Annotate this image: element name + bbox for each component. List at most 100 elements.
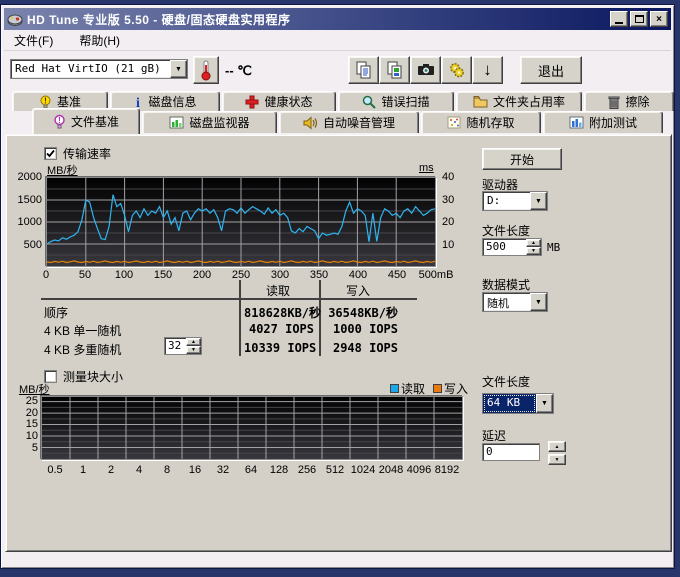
tab-file-benchmark[interactable]: ! 文件基准 <box>32 108 140 134</box>
tab-disk-monitor[interactable]: 磁盘监视器 <box>142 111 277 133</box>
axis-tick-label: 16 <box>189 464 201 476</box>
temperature-value: -- ℃ <box>225 63 252 79</box>
axis-tick-label: 30 <box>442 194 454 206</box>
tab-label: 附加测试 <box>589 114 637 131</box>
random-access-icon <box>447 116 461 129</box>
copy-text-button[interactable] <box>348 56 379 84</box>
benchmark-bulb-icon: ! <box>39 95 52 109</box>
delay-down-button[interactable]: ▼ <box>548 454 566 465</box>
hdtune-window: HD Tune 专业版 5.50 - 硬盘/固态硬盘实用程序 × 文件(F) 帮… <box>0 4 675 569</box>
read-column-header: 读取 <box>266 282 290 299</box>
block-file-length-combo[interactable]: 64 KB ▼ <box>482 393 554 414</box>
sequential-write-value: 36548KB/秒 <box>326 304 398 321</box>
chevron-down-icon[interactable]: ▼ <box>536 394 553 413</box>
file-length-label: 文件长度 <box>482 222 530 239</box>
tab-erase[interactable]: 擦除 <box>584 91 674 111</box>
temperature-button[interactable] <box>193 56 219 84</box>
axis-tick-label: 1024 <box>351 464 375 476</box>
axis-tick-label: 10 <box>442 239 454 251</box>
chevron-down-icon[interactable]: ▼ <box>530 293 547 311</box>
data-mode-value: 随机 <box>483 293 530 311</box>
tab-label: 文件基准 <box>71 113 119 130</box>
axis-tick-label: 512 <box>326 464 344 476</box>
tab-row-front: ! 文件基准 磁盘监视器 自动噪音管理 随机存取 <box>32 111 663 134</box>
table-header-rule <box>41 298 417 300</box>
health-cross-icon <box>245 95 259 109</box>
svg-text:!: ! <box>44 96 47 105</box>
axis-tick-label: 150 <box>154 269 172 281</box>
block-file-length-label: 文件长度 <box>482 373 530 390</box>
axis-tick-label: 5 <box>8 442 38 454</box>
delay-up-button[interactable]: ▲ <box>548 441 566 452</box>
chevron-down-icon[interactable]: ▼ <box>530 192 547 210</box>
close-button[interactable]: × <box>650 11 668 27</box>
camera-icon <box>416 60 436 80</box>
checkbox-checked-icon[interactable] <box>44 147 57 160</box>
window-title: HD Tune 专业版 5.50 - 硬盘/固态硬盘实用程序 <box>27 11 608 28</box>
maximize-button[interactable] <box>630 11 648 27</box>
save-results-button[interactable]: ↓ <box>472 56 503 84</box>
block-size-chart <box>41 396 463 460</box>
menu-help[interactable]: 帮助(H) <box>75 30 124 51</box>
axis-tick-label: 25 <box>8 395 38 407</box>
transfer-rate-checkbox[interactable]: 传输速率 <box>44 145 111 162</box>
axis-tick-label: 250 <box>232 269 250 281</box>
tab-health[interactable]: 健康状态 <box>222 91 336 111</box>
erase-trash-icon <box>608 95 620 109</box>
screenshot-button[interactable] <box>410 56 441 84</box>
toolbar: Red Hat VirtIO (21 gB) ▼ -- ℃ <box>4 51 671 89</box>
menu-bar: 文件(F) 帮助(H) <box>4 30 671 51</box>
tab-error-scan[interactable]: 错误扫描 <box>338 91 454 111</box>
copy-image-button[interactable] <box>379 56 410 84</box>
error-scan-icon <box>362 95 376 109</box>
drive-combo[interactable]: D: ▼ <box>482 191 548 211</box>
spin-up-icon[interactable]: ▲ <box>186 338 201 346</box>
start-button[interactable]: 开始 <box>482 148 562 170</box>
disk-info-icon: i <box>133 95 143 109</box>
disk-monitor-icon <box>169 116 184 129</box>
tab-label: 磁盘监视器 <box>189 114 249 131</box>
write-color-swatch <box>433 384 442 393</box>
tab-random-access[interactable]: 随机存取 <box>421 111 541 133</box>
title-bar[interactable]: HD Tune 专业版 5.50 - 硬盘/固态硬盘实用程序 × <box>4 8 671 30</box>
chevron-down-icon[interactable]: ▼ <box>170 60 187 78</box>
options-button[interactable] <box>441 56 472 84</box>
spin-up-icon[interactable]: ▲ <box>526 239 541 247</box>
single-random-read-value: 4027 IOPS <box>244 322 314 336</box>
delay-input[interactable]: 0 <box>482 443 540 461</box>
maximize-icon <box>635 15 644 23</box>
left-axis-unit: MB/秒 <box>47 162 78 178</box>
axis-tick-label: 300 <box>271 269 289 281</box>
axis-tick-label: 8 <box>164 464 170 476</box>
write-column-header: 写入 <box>346 282 370 299</box>
start-button-label: 开始 <box>510 151 534 168</box>
block-size-label: 测量块大小 <box>63 368 123 385</box>
queue-depth-spinner[interactable]: 32 ▲ ▼ <box>164 337 202 355</box>
axis-tick-label: 10 <box>8 430 38 442</box>
menu-file[interactable]: 文件(F) <box>10 30 57 51</box>
spin-down-icon[interactable]: ▼ <box>526 247 541 255</box>
spin-down-icon[interactable]: ▼ <box>186 346 201 354</box>
axis-tick-label: 2000 <box>12 171 42 183</box>
data-mode-combo[interactable]: 随机 ▼ <box>482 292 548 312</box>
minimize-button[interactable] <box>610 11 628 27</box>
drive-value: D: <box>483 192 530 210</box>
gears-icon <box>447 60 467 80</box>
axis-tick-label: 50 <box>79 269 91 281</box>
file-length-spinner[interactable]: 500 ▲ ▼ <box>482 238 542 256</box>
block-file-length-value: 64 KB <box>483 394 536 413</box>
block-size-checkbox[interactable]: 测量块大小 <box>44 368 123 385</box>
delay-value: 0 <box>483 444 539 460</box>
axis-tick-label: 2 <box>108 464 114 476</box>
exit-button[interactable]: 退出 <box>520 56 582 84</box>
block-size-plot <box>42 397 462 459</box>
axis-tick-label: 2048 <box>379 464 403 476</box>
transfer-rate-chart <box>46 177 436 267</box>
file-benchmark-bulb-icon: ! <box>53 114 66 129</box>
thermometer-icon <box>200 59 212 81</box>
tab-extra-tests[interactable]: 附加测试 <box>543 111 663 133</box>
tab-aam[interactable]: 自动噪音管理 <box>279 111 419 133</box>
drive-select-combo[interactable]: Red Hat VirtIO (21 gB) ▼ <box>10 59 188 79</box>
file-length-unit: MB <box>547 241 560 254</box>
tab-folder-usage[interactable]: 文件夹占用率 <box>456 91 582 111</box>
